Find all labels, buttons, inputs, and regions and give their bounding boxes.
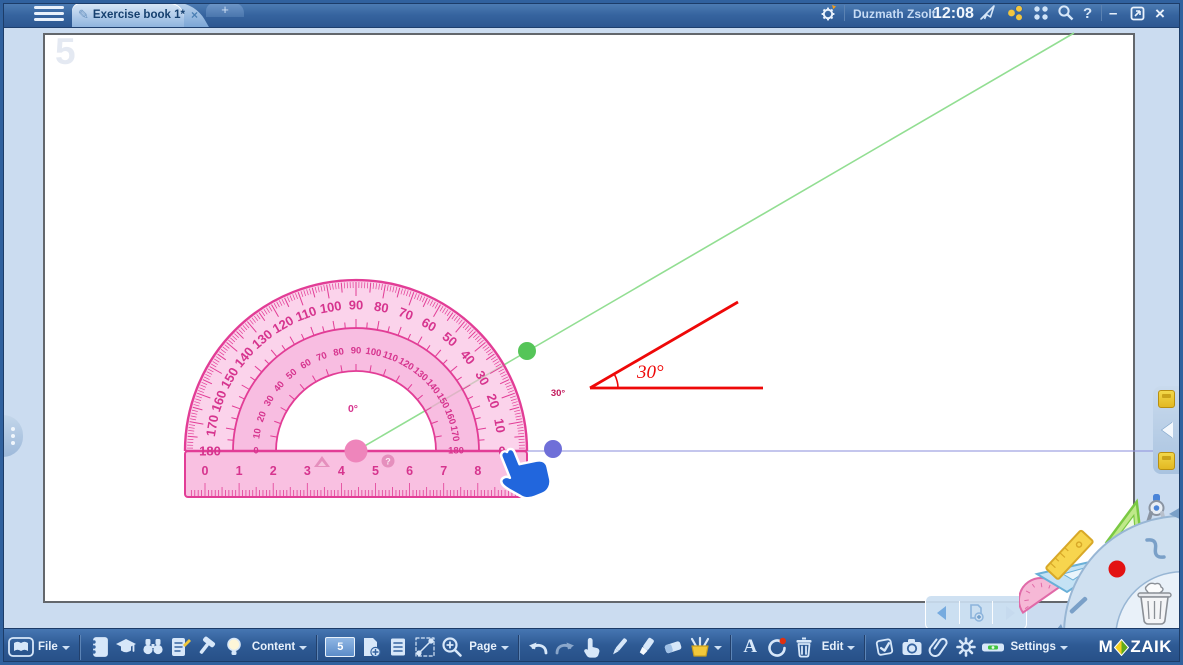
mozabook-icon[interactable]	[7, 634, 34, 660]
pen-icon[interactable]	[606, 634, 633, 660]
pen-holder-icon[interactable]	[687, 634, 714, 660]
title-bar: ✎ Exercise book 1* × + Duzmath Zsolt 12:…	[0, 0, 1183, 28]
chevron-down-icon	[62, 646, 70, 654]
add-page-icon[interactable]	[357, 634, 384, 660]
camera-icon[interactable]	[898, 634, 925, 660]
undo-button[interactable]	[525, 634, 552, 660]
tool-wheel[interactable]	[1019, 492, 1182, 634]
chevron-down-icon	[501, 646, 509, 654]
minimize-button[interactable]: –	[1109, 0, 1117, 27]
search-icon[interactable]	[1057, 4, 1075, 22]
tools-hammer-icon[interactable]	[194, 634, 221, 660]
highlighter-icon[interactable]	[633, 634, 660, 660]
delete-trash-icon[interactable]	[791, 634, 818, 660]
edit-menu[interactable]: Edit	[822, 641, 856, 654]
eraser-icon[interactable]	[660, 634, 687, 660]
expand-left-icon[interactable]	[1154, 422, 1173, 438]
page-menu[interactable]: Page	[469, 641, 509, 654]
page-navigator	[925, 595, 1027, 630]
select-path-icon[interactable]	[411, 634, 438, 660]
share-dots-icon[interactable]	[1007, 4, 1024, 22]
main-menu-icon[interactable]	[34, 6, 64, 21]
current-page-box[interactable]: 5	[325, 637, 355, 657]
prev-page-button[interactable]	[926, 596, 959, 629]
page-list-icon[interactable]	[384, 634, 411, 660]
mozaik-logo: M ZAIK	[1099, 637, 1172, 657]
homework-check-icon[interactable]	[871, 634, 898, 660]
binoculars-icon[interactable]	[140, 634, 167, 660]
copy-icon[interactable]	[1158, 390, 1175, 408]
clipboard-panel-handle[interactable]	[1153, 386, 1180, 474]
new-tab-button[interactable]: +	[206, 3, 244, 17]
close-button[interactable]: ×	[1155, 0, 1165, 27]
chevron-down-icon	[1060, 646, 1068, 654]
workspace: 5	[3, 27, 1180, 628]
tab-title: Exercise book 1*	[93, 9, 185, 21]
notebook-icon[interactable]	[86, 634, 113, 660]
settings-gear-icon[interactable]	[952, 634, 979, 660]
settings-menu[interactable]: Settings	[1010, 641, 1067, 654]
paste-icon[interactable]	[1158, 452, 1175, 470]
apps-grid-icon[interactable]	[1033, 4, 1049, 22]
zoom-icon[interactable]	[438, 634, 465, 660]
canvas-page-number: 5	[55, 31, 76, 73]
content-menu[interactable]: Content	[252, 641, 307, 654]
file-menu[interactable]: File	[38, 641, 70, 654]
user-name: Duzmath Zsolt	[853, 0, 936, 27]
mozabook-window: ✎ Exercise book 1* × + Duzmath Zsolt 12:…	[0, 0, 1183, 665]
graduation-cap-icon[interactable]	[113, 634, 140, 660]
chevron-down-icon	[847, 646, 855, 654]
tab-close-icon[interactable]: ×	[191, 8, 198, 22]
rotate-tool-icon[interactable]	[764, 634, 791, 660]
redo-button[interactable]	[552, 634, 579, 660]
add-page-button[interactable]	[960, 596, 993, 629]
clock: 12:08	[933, 0, 974, 27]
help-button[interactable]: ?	[1083, 0, 1092, 27]
drawing-canvas[interactable]: 5	[43, 33, 1135, 603]
rocket-icon[interactable]	[979, 4, 998, 22]
pointer-finger-icon[interactable]	[579, 634, 606, 660]
document-edit-icon[interactable]	[167, 634, 194, 660]
bottom-toolbar: File Content 5 Page A Edit	[0, 628, 1183, 665]
sync-settings-gear-icon[interactable]	[818, 4, 838, 22]
current-color-dot[interactable]	[1109, 561, 1126, 578]
spirit-level-icon[interactable]	[979, 634, 1006, 660]
restore-button[interactable]	[1130, 4, 1145, 22]
text-tool-button[interactable]: A	[737, 634, 764, 660]
lightbulb-icon[interactable]	[221, 634, 248, 660]
paperclip-icon[interactable]	[925, 634, 952, 660]
pencil-icon: ✎	[78, 7, 89, 23]
tab-exercise-book[interactable]: ✎ Exercise book 1* ×	[72, 3, 184, 27]
mozaik-diamond-icon	[1114, 639, 1129, 656]
chevron-down-icon	[299, 646, 307, 654]
pen-holder-chevron-icon[interactable]	[714, 646, 722, 654]
